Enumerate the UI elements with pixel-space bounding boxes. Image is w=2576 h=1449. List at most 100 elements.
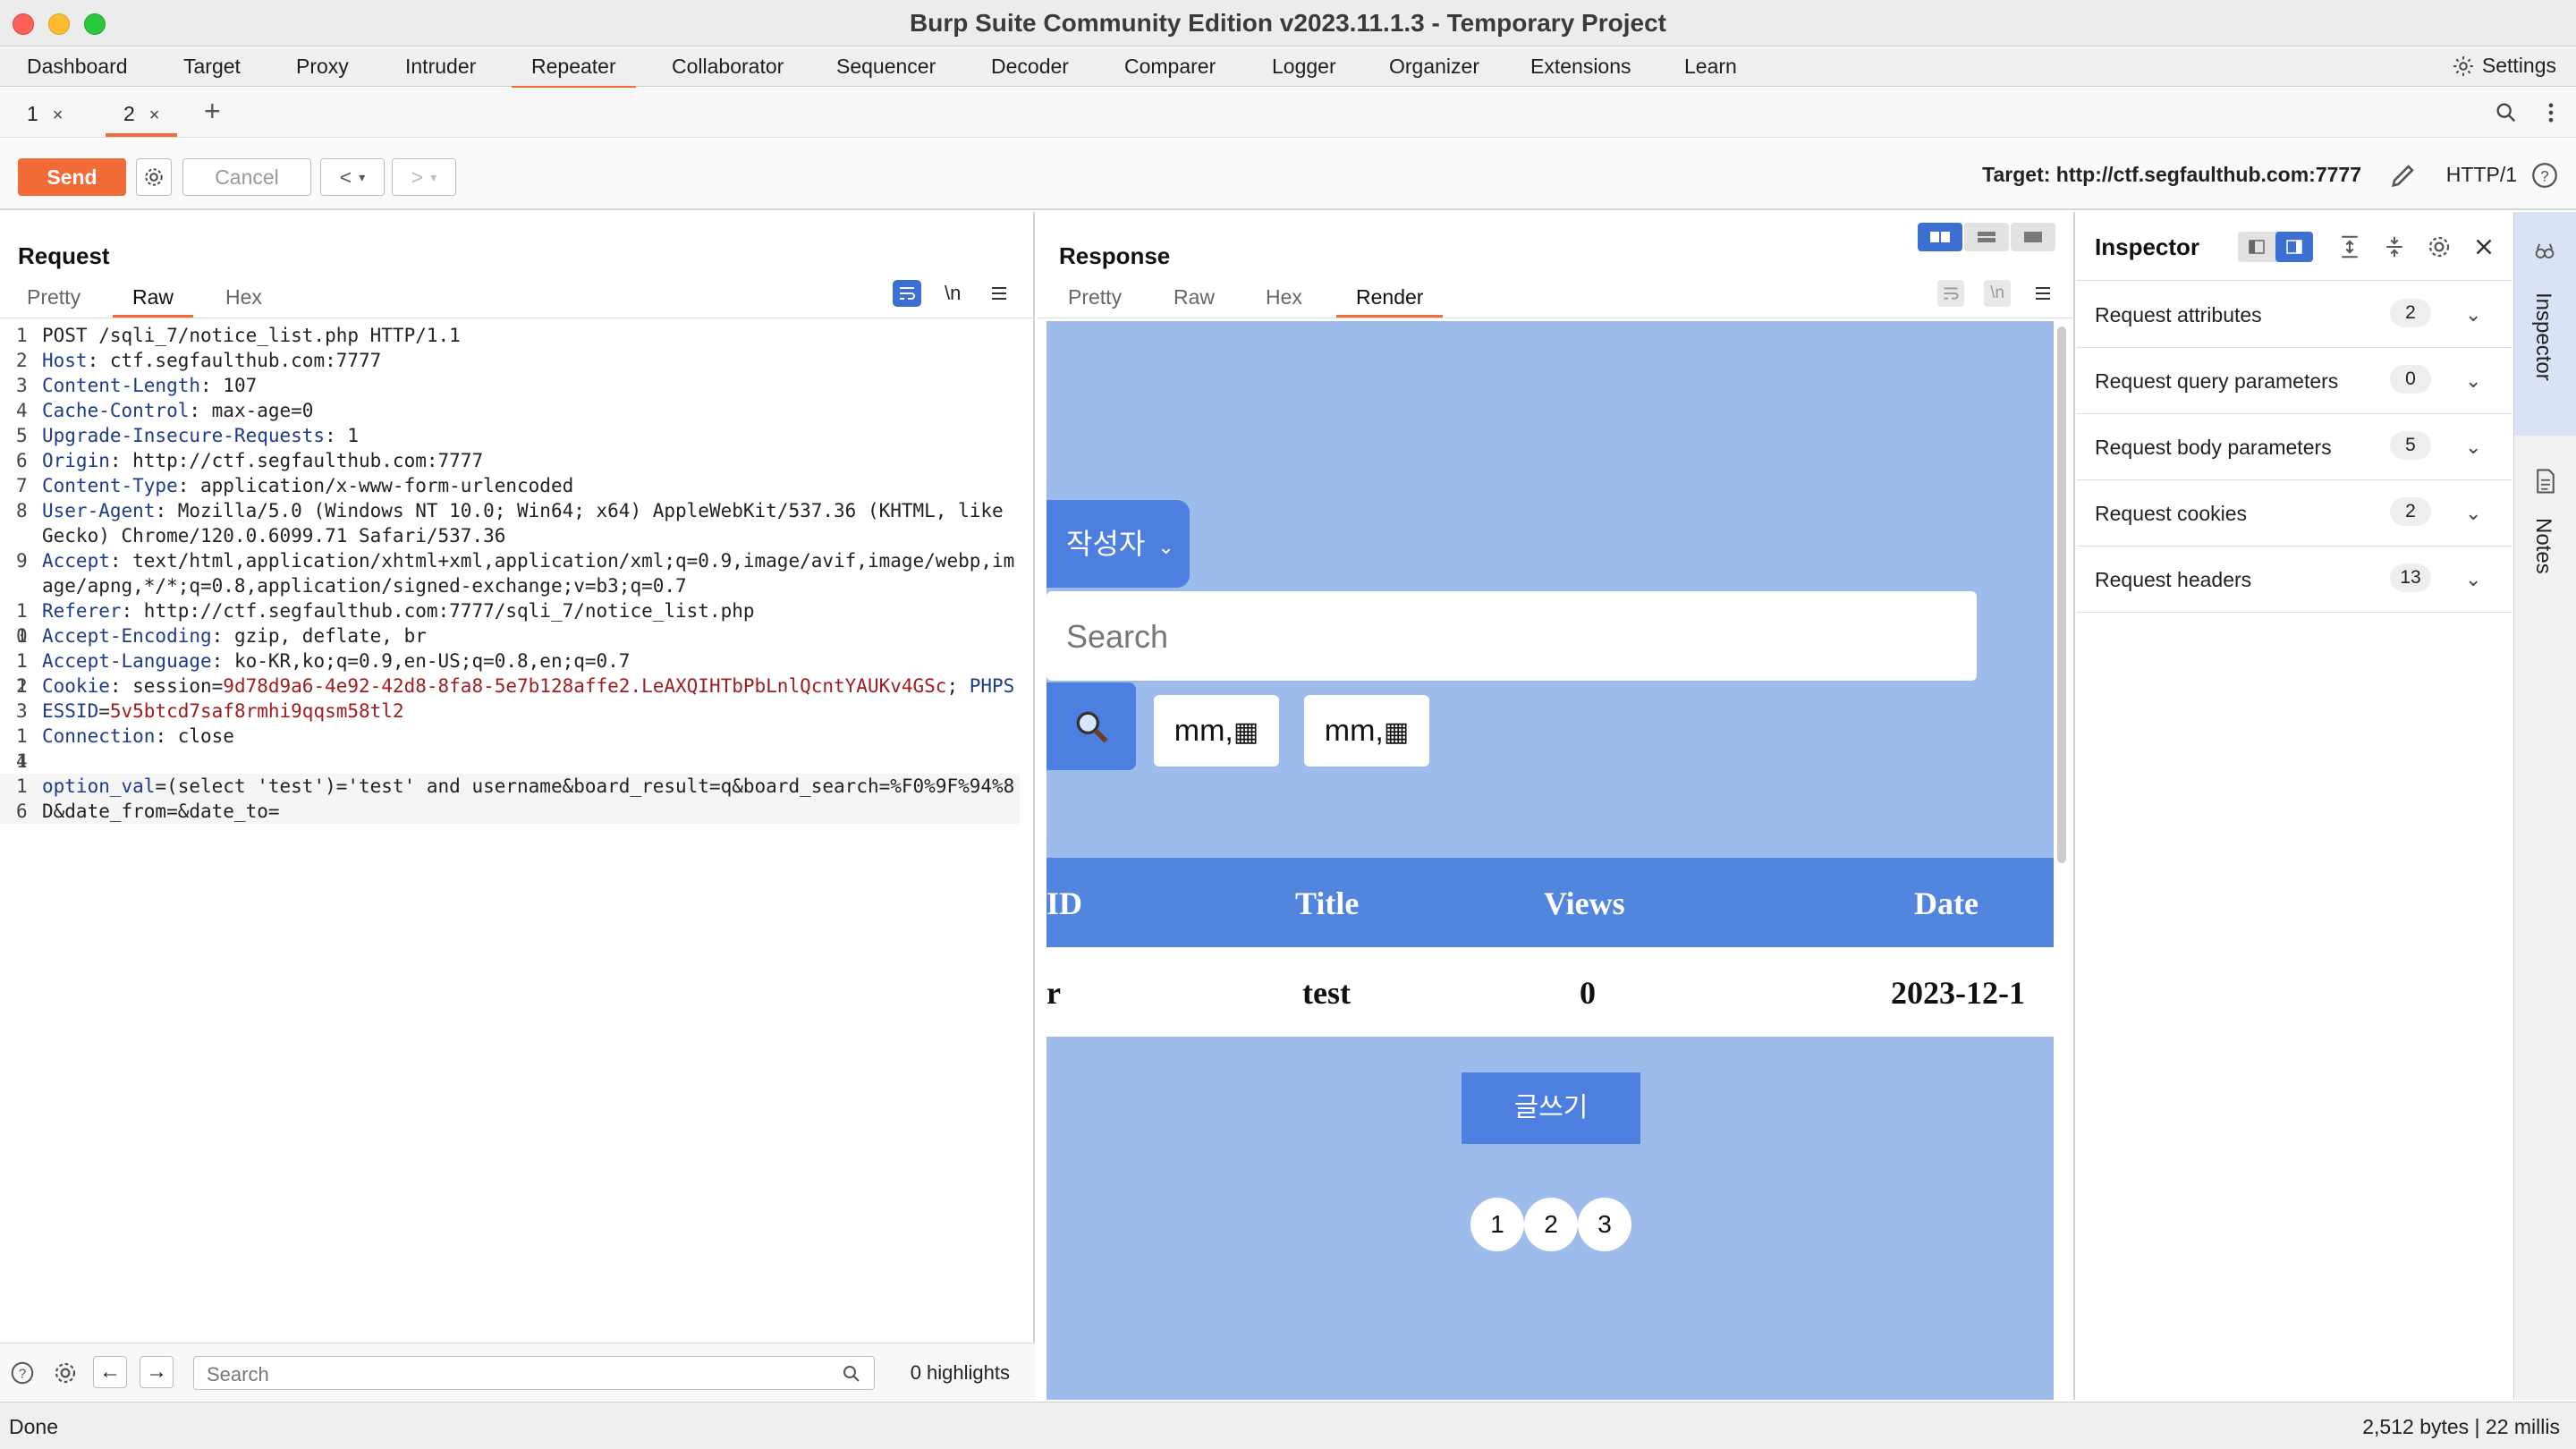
side-tab-notes[interactable]: Notes xyxy=(2514,453,2576,632)
request-line[interactable]: 12 Accept-Language: ko-KR,ko;q=0.9,en-US;… xyxy=(0,648,1020,697)
word-wrap-toggle[interactable] xyxy=(893,280,921,307)
side-tab-inspector[interactable]: Inspector xyxy=(2514,212,2576,436)
history-back-button[interactable]: < ▾ xyxy=(320,158,385,196)
gear-icon[interactable] xyxy=(2426,233,2453,260)
menu-intruder[interactable]: Intruder xyxy=(405,55,476,79)
newline-toggle[interactable]: \n xyxy=(945,282,961,305)
history-forward-button[interactable]: > ▾ xyxy=(392,158,456,196)
request-line[interactable]: 4 Cache-Control: max-age=0 xyxy=(0,398,1020,423)
request-line[interactable]: 14 Connection: close xyxy=(0,724,1020,772)
request-line[interactable]: 7 Content-Type: application/x-www-form-ur… xyxy=(0,473,1020,498)
menu-extensions[interactable]: Extensions xyxy=(1530,55,1631,79)
repeater-tab-2[interactable]: 2 × xyxy=(105,95,179,137)
settings-button[interactable]: Settings xyxy=(2452,54,2556,78)
layout-side-by-side-button[interactable] xyxy=(1918,223,1962,251)
chevron-down-icon: ⌄ xyxy=(2465,369,2482,392)
calendar-icon: ▦ xyxy=(1233,717,1259,747)
close-tab-icon[interactable]: × xyxy=(149,106,160,125)
collapse-all-icon[interactable] xyxy=(2381,233,2408,260)
add-tab-icon[interactable]: + xyxy=(204,95,221,128)
request-tab-pretty[interactable]: Pretty xyxy=(27,285,80,309)
newline-toggle[interactable]: \n xyxy=(1984,280,2011,307)
inspector-row-headers[interactable]: Request headers 13 ⌄ xyxy=(2077,547,2512,613)
menu-dashboard[interactable]: Dashboard xyxy=(27,55,128,79)
menu-organizer[interactable]: Organizer xyxy=(1389,55,1479,79)
search-type-dropdown[interactable]: 작성자 ⌄ xyxy=(1046,500,1190,588)
request-line[interactable]: 3 Content-Length: 107 xyxy=(0,373,1020,398)
inspector-layout-right-button[interactable] xyxy=(2275,232,2313,262)
request-line[interactable]: 10 Referer: http://ctf.segfaulthub.com:77… xyxy=(0,598,1020,647)
page-2-button[interactable]: 2 xyxy=(1524,1198,1578,1251)
menu-decoder[interactable]: Decoder xyxy=(991,55,1069,79)
request-line[interactable]: 1 POST /sqli_7/notice_list.php HTTP/1.1 xyxy=(0,323,1020,348)
menu-repeater[interactable]: Repeater xyxy=(512,55,636,89)
inspector-row-cookies[interactable]: Request cookies 2 ⌄ xyxy=(2077,480,2512,547)
menu-collaborator[interactable]: Collaborator xyxy=(672,55,784,79)
repeater-tab-1[interactable]: 1 × xyxy=(27,95,63,131)
layout-stacked-button[interactable] xyxy=(1964,223,2009,251)
code-token: : http://ctf.segfaulthub.com:7777/sqli_7… xyxy=(121,600,755,622)
menu-logger[interactable]: Logger xyxy=(1272,55,1336,79)
page-3-button[interactable]: 3 xyxy=(1578,1198,1631,1251)
inspector-layout-left-button[interactable] xyxy=(2238,232,2275,262)
menu-learn[interactable]: Learn xyxy=(1684,55,1737,79)
search-icon[interactable] xyxy=(2494,100,2519,125)
request-line[interactable]: 2 Host: ctf.segfaulthub.com:7777 xyxy=(0,348,1020,373)
write-post-button[interactable]: 글쓰기 xyxy=(1462,1072,1640,1144)
row-label: Request attributes xyxy=(2095,303,2262,326)
layout-tabs-button[interactable] xyxy=(2011,223,2055,251)
page-1-button[interactable]: 1 xyxy=(1470,1198,1524,1251)
render-scrollbar[interactable] xyxy=(2057,326,2066,863)
request-line[interactable]: 9 Accept: text/html,application/xhtml+xml… xyxy=(0,548,1020,598)
send-button[interactable]: Send xyxy=(18,158,126,196)
response-tab-hex[interactable]: Hex xyxy=(1266,285,1302,309)
response-tab-render[interactable]: Render xyxy=(1335,285,1445,318)
expand-all-icon[interactable] xyxy=(2336,233,2363,260)
help-icon[interactable]: ? xyxy=(2529,160,2560,191)
edit-target-icon[interactable] xyxy=(2388,160,2419,191)
inspector-row-query-parameters[interactable]: Request query parameters 0 ⌄ xyxy=(2077,348,2512,414)
date-to-input[interactable]: mm,▦ xyxy=(1304,695,1429,767)
menu-proxy[interactable]: Proxy xyxy=(296,55,349,79)
send-options-button[interactable] xyxy=(136,158,172,196)
inspector-row-request-attributes[interactable]: Request attributes 2 ⌄ xyxy=(2077,282,2512,348)
gear-icon[interactable] xyxy=(52,1360,79,1386)
request-line[interactable]: 16 option_val=(select 'test')='test' and … xyxy=(0,774,1020,824)
menu-sequencer[interactable]: Sequencer xyxy=(836,55,936,79)
request-line[interactable]: 8 User-Agent: Mozilla/5.0 (Windows NT 10.… xyxy=(0,498,1020,548)
close-icon[interactable] xyxy=(2470,233,2497,260)
response-tab-pretty[interactable]: Pretty xyxy=(1068,285,1122,309)
request-line[interactable]: 5 Upgrade-Insecure-Requests: 1 xyxy=(0,423,1020,448)
date-from-input[interactable]: mm,▦ xyxy=(1154,695,1279,767)
previous-match-button[interactable]: ← xyxy=(93,1356,127,1388)
cancel-button[interactable]: Cancel xyxy=(182,158,311,196)
request-line[interactable]: 11 Accept-Encoding: gzip, deflate, br xyxy=(0,623,1020,672)
close-tab-icon[interactable]: × xyxy=(53,106,64,125)
request-line[interactable]: 15 xyxy=(0,749,1020,797)
request-search-input[interactable]: Search xyxy=(193,1356,875,1390)
code-token: Origin xyxy=(42,450,110,471)
cell-title[interactable]: test xyxy=(1302,974,1351,1012)
request-tab-raw[interactable]: Raw xyxy=(112,285,194,318)
request-tab-hex[interactable]: Hex xyxy=(225,285,262,309)
count-badge: 5 xyxy=(2390,431,2431,460)
board-search-input[interactable]: Search xyxy=(1046,591,1977,681)
response-tab-raw[interactable]: Raw xyxy=(1174,285,1215,309)
kebab-menu-icon[interactable] xyxy=(2546,100,2556,125)
search-button[interactable] xyxy=(1046,682,1136,770)
help-icon[interactable]: ? xyxy=(9,1360,36,1386)
inspector-row-body-parameters[interactable]: Request body parameters 5 ⌄ xyxy=(2077,414,2512,480)
menu-comparer[interactable]: Comparer xyxy=(1124,55,1216,79)
menu-icon[interactable] xyxy=(2033,284,2053,303)
menu-target[interactable]: Target xyxy=(183,55,241,79)
menu-icon[interactable] xyxy=(989,284,1009,303)
request-line[interactable]: 13 Cookie: session=9d78d9a6-4e92-42d8-8fa… xyxy=(0,674,1020,724)
http-version-label[interactable]: HTTP/1 xyxy=(2446,163,2517,187)
request-line[interactable]: 6 Origin: http://ctf.segfaulthub.com:7777 xyxy=(0,448,1020,473)
next-match-button[interactable]: → xyxy=(140,1356,174,1388)
word-wrap-toggle[interactable] xyxy=(1937,280,1964,307)
table-row[interactable]: r test 0 2023-12-1 xyxy=(1046,947,2054,1037)
request-editor[interactable]: 1 POST /sqli_7/notice_list.php HTTP/1.1 2 H… xyxy=(0,323,1020,824)
main-menu: Dashboard Target Proxy Intruder Repeater… xyxy=(0,47,2576,89)
cell-date: 2023-12-1 xyxy=(1891,975,2025,1011)
